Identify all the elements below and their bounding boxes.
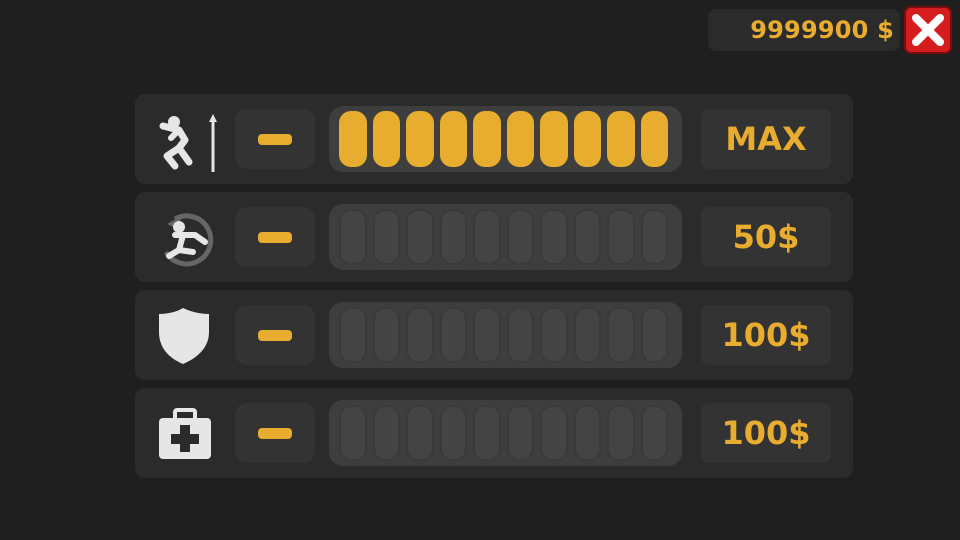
high-jump-icon bbox=[149, 104, 221, 174]
level-segment-empty bbox=[473, 307, 501, 363]
money-amount: 9999900 $ bbox=[750, 16, 894, 44]
level-segment-empty bbox=[406, 405, 434, 461]
level-segment-empty bbox=[573, 405, 601, 461]
medkit-icon bbox=[149, 398, 221, 468]
money-display: 9999900 $ bbox=[708, 9, 900, 51]
level-segment-empty bbox=[339, 209, 367, 265]
level-segment-empty bbox=[473, 405, 501, 461]
level-segment-empty bbox=[506, 405, 534, 461]
price-label: 100$ bbox=[721, 414, 811, 452]
level-segment-empty bbox=[607, 209, 635, 265]
level-segment-empty bbox=[573, 209, 601, 265]
roll-respawn-icon bbox=[149, 202, 221, 272]
level-segment-empty bbox=[607, 307, 635, 363]
level-bar bbox=[329, 106, 682, 172]
level-segment-empty bbox=[473, 209, 501, 265]
level-segment-empty bbox=[339, 405, 367, 461]
level-bar bbox=[329, 204, 682, 270]
level-segment-empty bbox=[439, 209, 467, 265]
buy-button[interactable]: 50$ bbox=[701, 207, 831, 267]
buy-button[interactable]: MAX bbox=[701, 109, 831, 169]
level-segment-empty bbox=[573, 307, 601, 363]
level-segment-filled bbox=[372, 111, 400, 167]
buy-button[interactable]: 100$ bbox=[701, 305, 831, 365]
level-segment-empty bbox=[406, 209, 434, 265]
shield-icon bbox=[149, 300, 221, 370]
level-segment-empty bbox=[406, 307, 434, 363]
level-segment-filled bbox=[473, 111, 501, 167]
level-segment-filled bbox=[607, 111, 635, 167]
price-label: MAX bbox=[725, 120, 807, 158]
upgrade-row-jump: MAX bbox=[135, 94, 853, 184]
minus-icon bbox=[258, 427, 292, 439]
decrease-button[interactable] bbox=[235, 403, 315, 463]
price-label: 50$ bbox=[732, 218, 800, 256]
level-segment-filled bbox=[339, 111, 367, 167]
level-segment-empty bbox=[540, 405, 568, 461]
level-segment-empty bbox=[640, 209, 668, 265]
decrease-button[interactable] bbox=[235, 109, 315, 169]
level-segment-empty bbox=[640, 405, 668, 461]
buy-button[interactable]: 100$ bbox=[701, 403, 831, 463]
level-segment-empty bbox=[640, 307, 668, 363]
level-segment-empty bbox=[607, 405, 635, 461]
level-segment-filled bbox=[540, 111, 568, 167]
level-segment-filled bbox=[506, 111, 534, 167]
level-bar bbox=[329, 400, 682, 466]
minus-icon bbox=[258, 133, 292, 145]
level-segment-empty bbox=[339, 307, 367, 363]
upgrade-row-roll: 50$ bbox=[135, 192, 853, 282]
level-segment-filled bbox=[573, 111, 601, 167]
price-label: 100$ bbox=[721, 316, 811, 354]
level-segment-filled bbox=[640, 111, 668, 167]
upgrade-row-shield: 100$ bbox=[135, 290, 853, 380]
level-bar bbox=[329, 302, 682, 368]
close-button[interactable] bbox=[904, 6, 952, 54]
level-segment-empty bbox=[506, 209, 534, 265]
level-segment-empty bbox=[372, 405, 400, 461]
level-segment-empty bbox=[540, 307, 568, 363]
level-segment-empty bbox=[372, 209, 400, 265]
level-segment-empty bbox=[439, 307, 467, 363]
level-segment-empty bbox=[372, 307, 400, 363]
upgrade-row-health: 100$ bbox=[135, 388, 853, 478]
level-segment-empty bbox=[439, 405, 467, 461]
level-segment-filled bbox=[406, 111, 434, 167]
close-x-icon bbox=[912, 14, 944, 46]
level-segment-filled bbox=[439, 111, 467, 167]
level-segment-empty bbox=[506, 307, 534, 363]
level-segment-empty bbox=[540, 209, 568, 265]
minus-icon bbox=[258, 329, 292, 341]
decrease-button[interactable] bbox=[235, 207, 315, 267]
decrease-button[interactable] bbox=[235, 305, 315, 365]
minus-icon bbox=[258, 231, 292, 243]
